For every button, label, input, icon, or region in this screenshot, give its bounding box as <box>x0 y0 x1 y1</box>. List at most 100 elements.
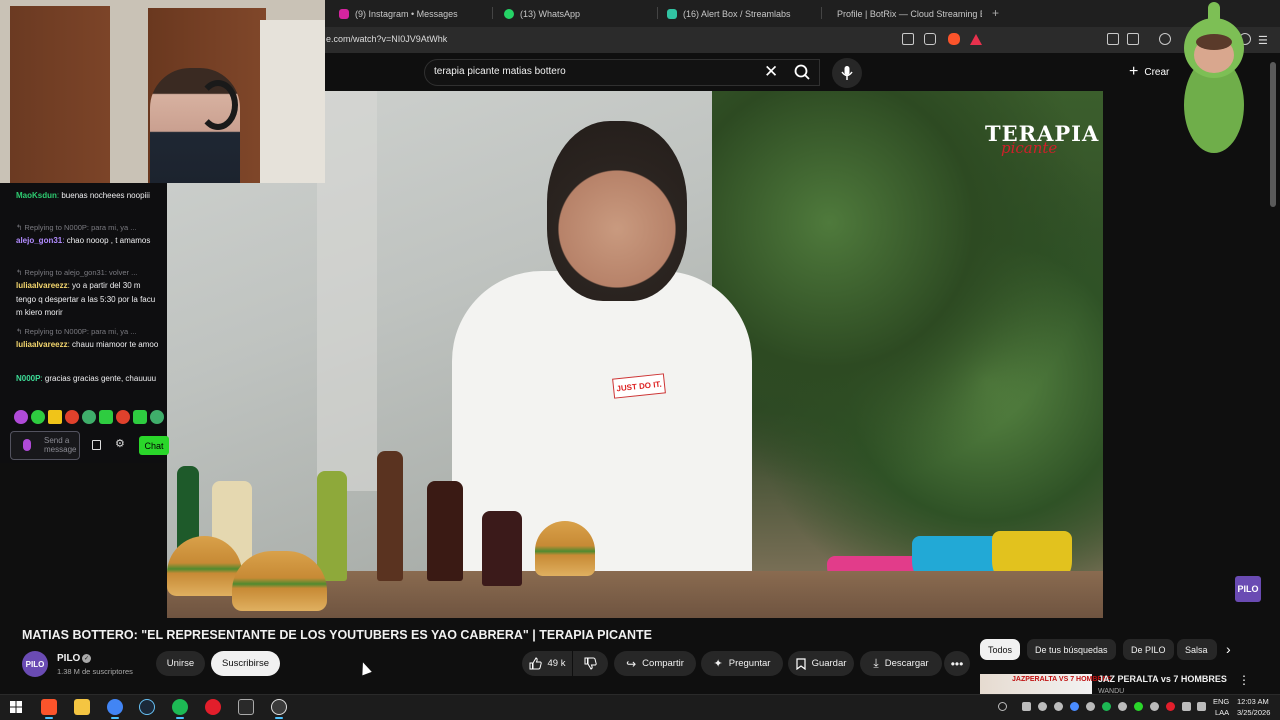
obs-taskbar-icon[interactable] <box>271 699 287 715</box>
emote-icon[interactable] <box>14 410 28 424</box>
channel-avatar[interactable]: PILO <box>22 651 48 677</box>
voice-search-button[interactable] <box>832 58 862 88</box>
mouse-cursor <box>358 660 372 676</box>
extensions-icon[interactable] <box>1107 33 1119 45</box>
menu-icon[interactable]: ☰ <box>1258 34 1268 47</box>
clear-search-icon[interactable]: ✕ <box>764 62 778 82</box>
steam-taskbar-icon[interactable] <box>139 699 155 715</box>
terapia-picante-logo-script: picante <box>1001 139 1058 157</box>
tray-icon[interactable] <box>1086 702 1095 711</box>
epic-games-taskbar-icon[interactable] <box>238 699 254 715</box>
volume-icon[interactable] <box>1197 702 1206 711</box>
download-button[interactable]: ⤓ Descargar <box>860 651 942 676</box>
dislike-button[interactable] <box>573 651 608 676</box>
brave-taskbar-icon[interactable] <box>41 699 57 715</box>
tab-label: (13) WhatsApp <box>520 8 581 19</box>
chat-send-button[interactable]: Chat <box>139 436 169 455</box>
keyboard-layout-indicator[interactable]: LAA <box>1215 708 1229 717</box>
clock-date[interactable]: 3/25/2026 <box>1237 708 1270 717</box>
share-arrow-icon: ↪ <box>626 656 637 671</box>
tray-icon[interactable] <box>1134 702 1143 711</box>
windows-start-icon[interactable] <box>10 701 22 713</box>
emote-icon[interactable] <box>31 410 45 424</box>
like-count: 49 k <box>547 658 566 669</box>
chat-username[interactable]: luliaalvareezz <box>16 281 68 290</box>
tab-botrix[interactable]: Profile | BotRix — Cloud Streaming B <box>817 4 982 23</box>
search-button[interactable] <box>784 59 820 86</box>
join-button[interactable]: Unirse <box>156 651 205 676</box>
share-button[interactable]: ↪ Compartir <box>614 651 696 676</box>
mascot-overlay <box>1184 2 1244 153</box>
more-actions-button[interactable]: ••• <box>944 651 970 676</box>
chat-reply-context: ↰ Replying to N000P: para mi, ya ... <box>16 327 137 336</box>
emote-icon[interactable] <box>133 410 147 424</box>
tray-pen-icon[interactable] <box>998 702 1007 711</box>
tab-whatsapp[interactable]: (13) WhatsApp <box>490 4 655 23</box>
cast-icon[interactable] <box>902 33 914 45</box>
more-icon: ••• <box>950 656 964 671</box>
share-icon[interactable] <box>924 33 936 45</box>
tray-icon[interactable] <box>1118 702 1127 711</box>
chip-salsa[interactable]: Salsa <box>1177 639 1217 660</box>
mic-icon[interactable] <box>23 439 31 451</box>
file-explorer-taskbar-icon[interactable] <box>74 699 90 715</box>
chevron-right-icon[interactable]: › <box>1226 641 1231 657</box>
chat-message: luliaalvareezz: yo a partir del 30 m ten… <box>16 281 156 317</box>
chip-all[interactable]: Todos <box>980 639 1021 660</box>
tray-icon[interactable] <box>1166 702 1175 711</box>
subscribe-button[interactable]: Suscribirse <box>211 651 280 676</box>
channel-name[interactable]: PILO <box>57 653 80 664</box>
tray-icon[interactable] <box>1038 702 1047 711</box>
thumbs-up-icon <box>529 657 542 670</box>
chat-username[interactable]: MaoKsdun <box>16 191 57 200</box>
brave-shields-icon[interactable] <box>948 33 960 45</box>
chat-message: luliaalvareezz: chauu miamoor te amoo <box>16 340 159 349</box>
instagram-icon <box>339 8 349 19</box>
app-taskbar-icon[interactable] <box>205 699 221 715</box>
emote-icon[interactable] <box>82 410 96 424</box>
brave-rewards-icon[interactable] <box>970 34 982 45</box>
tab-streamlabs[interactable]: (16) Alert Box / Streamlabs <box>653 4 818 23</box>
recommendation-more-icon[interactable]: ⋮ <box>1238 673 1250 687</box>
tray-icon[interactable] <box>1070 702 1079 711</box>
search-input[interactable]: terapia picante matias bottero <box>434 66 566 77</box>
tray-spotify-icon[interactable] <box>1102 702 1111 711</box>
tray-icon[interactable] <box>1054 702 1063 711</box>
new-tab-button[interactable]: + <box>992 6 999 20</box>
chat-username[interactable]: luliaalvareezz <box>16 340 68 349</box>
tab-instagram[interactable]: (9) Instagram • Messages <box>325 4 490 23</box>
channel-watermark[interactable]: PILO <box>1235 576 1261 602</box>
sparkle-icon: ✦ <box>713 658 723 670</box>
emote-icon[interactable] <box>150 410 164 424</box>
emote-icon[interactable] <box>48 410 62 424</box>
emote-icon[interactable] <box>99 410 113 424</box>
recommendation-title[interactable]: JAZ PERALTA vs 7 HOMBRES <box>1098 674 1227 684</box>
gift-icon[interactable] <box>92 440 101 450</box>
spotify-taskbar-icon[interactable] <box>172 699 188 715</box>
gear-icon[interactable]: ⚙ <box>115 437 125 450</box>
recommendation-thumbnail-text: JAZPERALTA VS 7 HOMBRES <box>1012 676 1112 683</box>
like-button[interactable]: 49 k <box>522 651 572 676</box>
ask-button[interactable]: ✦ Preguntar <box>701 651 783 676</box>
chat-reply-context: ↰ Replying to N000P: para mi, ya ... <box>16 223 137 232</box>
chat-username[interactable]: alejo_gon31 <box>16 236 62 245</box>
emote-icon[interactable] <box>116 410 130 424</box>
emote-icon[interactable] <box>65 410 79 424</box>
chip-from-channel[interactable]: De PILO <box>1123 639 1174 660</box>
bookmark-icon <box>795 657 806 670</box>
music-icon[interactable] <box>1159 33 1171 45</box>
chrome-taskbar-icon[interactable] <box>107 699 123 715</box>
scrollbar[interactable] <box>1270 62 1276 207</box>
webcam-overlay <box>0 0 325 183</box>
tray-icon[interactable] <box>1150 702 1159 711</box>
url-field[interactable]: e.com/watch?v=NI0JV9AtWhk <box>326 34 447 44</box>
chat-username[interactable]: N000P <box>16 374 40 383</box>
chat-message: alejo_gon31: chao nooop , t amamos <box>16 236 151 245</box>
wifi-icon[interactable] <box>1182 702 1191 711</box>
language-indicator[interactable]: ENG <box>1213 697 1229 706</box>
tray-icon[interactable] <box>1022 702 1031 711</box>
sidebar-icon[interactable] <box>1127 33 1139 45</box>
chip-from-searches[interactable]: De tus búsquedas <box>1027 639 1116 660</box>
clock-time[interactable]: 12:03 AM <box>1237 697 1269 706</box>
save-button[interactable]: Guardar <box>788 651 854 676</box>
